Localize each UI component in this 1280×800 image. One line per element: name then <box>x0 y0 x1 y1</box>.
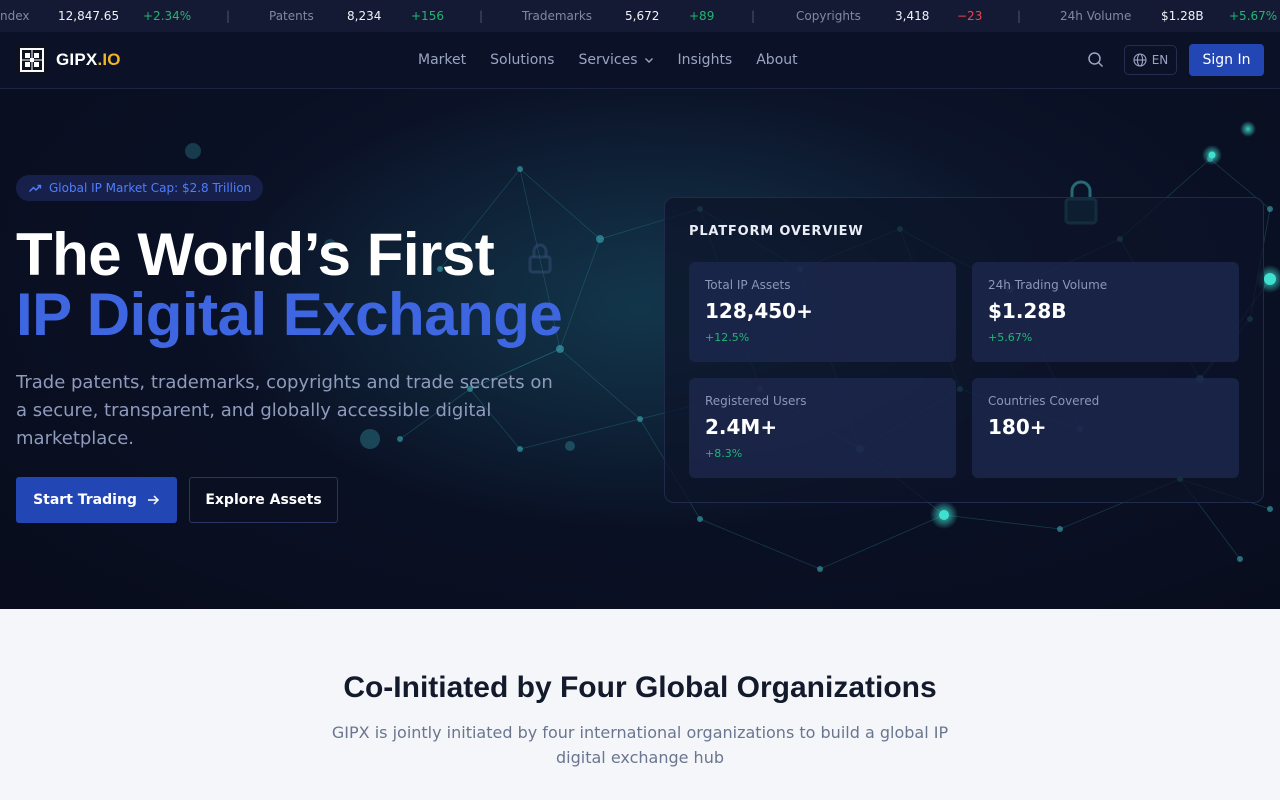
search-button[interactable] <box>1086 50 1106 70</box>
nav-links: Market Solutions Services Insights About <box>418 32 822 88</box>
globe-icon <box>1133 53 1147 67</box>
stat-change: +8.3% <box>705 447 743 460</box>
ticker-separator: | <box>226 9 231 23</box>
explore-assets-button[interactable]: Explore Assets <box>189 477 338 523</box>
nav-link-market[interactable]: Market <box>418 52 466 68</box>
market-cap-badge: Global IP Market Cap: $2.8 Trillion <box>16 175 264 201</box>
logo-accent-text: .IO <box>97 50 121 69</box>
platform-overview-panel: PLATFORM OVERVIEW Total IP Assets 128,45… <box>664 197 1264 503</box>
language-label: EN <box>1151 53 1169 67</box>
sign-in-button[interactable]: Sign In <box>1189 44 1264 76</box>
ticker-label: Trademarks <box>522 9 593 23</box>
stat-label: Countries Covered <box>988 394 1100 408</box>
stat-label: Registered Users <box>705 394 807 408</box>
logo-main-text: GIPX <box>56 50 98 69</box>
search-icon <box>1088 52 1104 68</box>
stat-card: Countries Covered 180+ <box>972 378 1239 478</box>
arrow-right-icon <box>147 495 159 505</box>
stat-value: 180+ <box>988 415 1047 439</box>
nav-link-services[interactable]: Services <box>578 52 653 68</box>
logo-wordmark: GIPX.IO <box>56 50 121 70</box>
logo-link[interactable]: GIPX.IO <box>16 44 121 76</box>
ticker-value: 5,672 <box>625 9 660 23</box>
logo-mark <box>16 44 48 76</box>
stat-value: 2.4M+ <box>705 415 778 439</box>
stat-card: Total IP Assets 128,450+ +12.5% <box>689 262 956 362</box>
market-ticker: ndex 12,847.65 +2.34% | Patents 8,234 +1… <box>0 0 1280 32</box>
market-cap-text: Global IP Market Cap: $2.8 Trillion <box>49 181 252 195</box>
top-navigation: GIPX.IO Market Solutions Services Insigh… <box>0 32 1280 89</box>
language-selector[interactable]: EN <box>1124 45 1177 75</box>
ticker-label: Copyrights <box>796 9 861 23</box>
ticker-value: 3,418 <box>895 9 930 23</box>
hero-subtitle: Trade patents, trademarks, copyrights an… <box>16 372 553 449</box>
stat-label: Total IP Assets <box>705 278 791 292</box>
organizations-subtitle: GIPX is jointly initiated by four intern… <box>331 723 949 767</box>
nav-link-insights[interactable]: Insights <box>678 52 733 68</box>
nav-link-solutions[interactable]: Solutions <box>490 52 554 68</box>
stat-value: $1.28B <box>988 299 1067 323</box>
ticker-change: +89 <box>689 9 715 23</box>
ticker-label: Patents <box>269 9 314 23</box>
ticker-change: +5.67% <box>1229 9 1278 23</box>
hero-section: Global IP Market Cap: $2.8 Trillion The … <box>0 89 1280 609</box>
stat-card: 24h Trading Volume $1.28B +5.67% <box>972 262 1239 362</box>
start-trading-label: Start Trading <box>33 492 137 508</box>
ticker-change: −23 <box>957 9 983 23</box>
start-trading-button[interactable]: Start Trading <box>16 477 177 523</box>
nav-link-services-label: Services <box>578 52 638 68</box>
organizations-heading: Co-Initiated by Four Global Organization… <box>343 671 937 704</box>
stat-change: +5.67% <box>988 331 1033 344</box>
nav-link-about[interactable]: About <box>756 52 797 68</box>
ticker-label: 24h Volume <box>1060 9 1132 23</box>
stat-change: +12.5% <box>705 331 750 344</box>
ticker-value: 12,847.65 <box>58 9 120 23</box>
trend-up-icon <box>29 184 42 192</box>
ticker-separator: | <box>479 9 484 23</box>
stat-card: Registered Users 2.4M+ +8.3% <box>689 378 956 478</box>
ticker-change: +2.34% <box>143 9 192 23</box>
hero-title-line2: IP Digital Exchange <box>16 281 563 348</box>
stat-value: 128,450+ <box>705 299 813 323</box>
ticker-value: $1.28B <box>1161 9 1204 23</box>
ticker-change: +156 <box>411 9 444 23</box>
ticker-value: 8,234 <box>347 9 382 23</box>
panel-title: PLATFORM OVERVIEW <box>689 224 864 239</box>
chevron-down-icon <box>644 58 653 63</box>
ticker-label: ndex <box>0 9 30 23</box>
stat-label: 24h Trading Volume <box>988 278 1108 292</box>
ticker-separator: | <box>1017 9 1022 23</box>
ticker-separator: | <box>751 9 756 23</box>
